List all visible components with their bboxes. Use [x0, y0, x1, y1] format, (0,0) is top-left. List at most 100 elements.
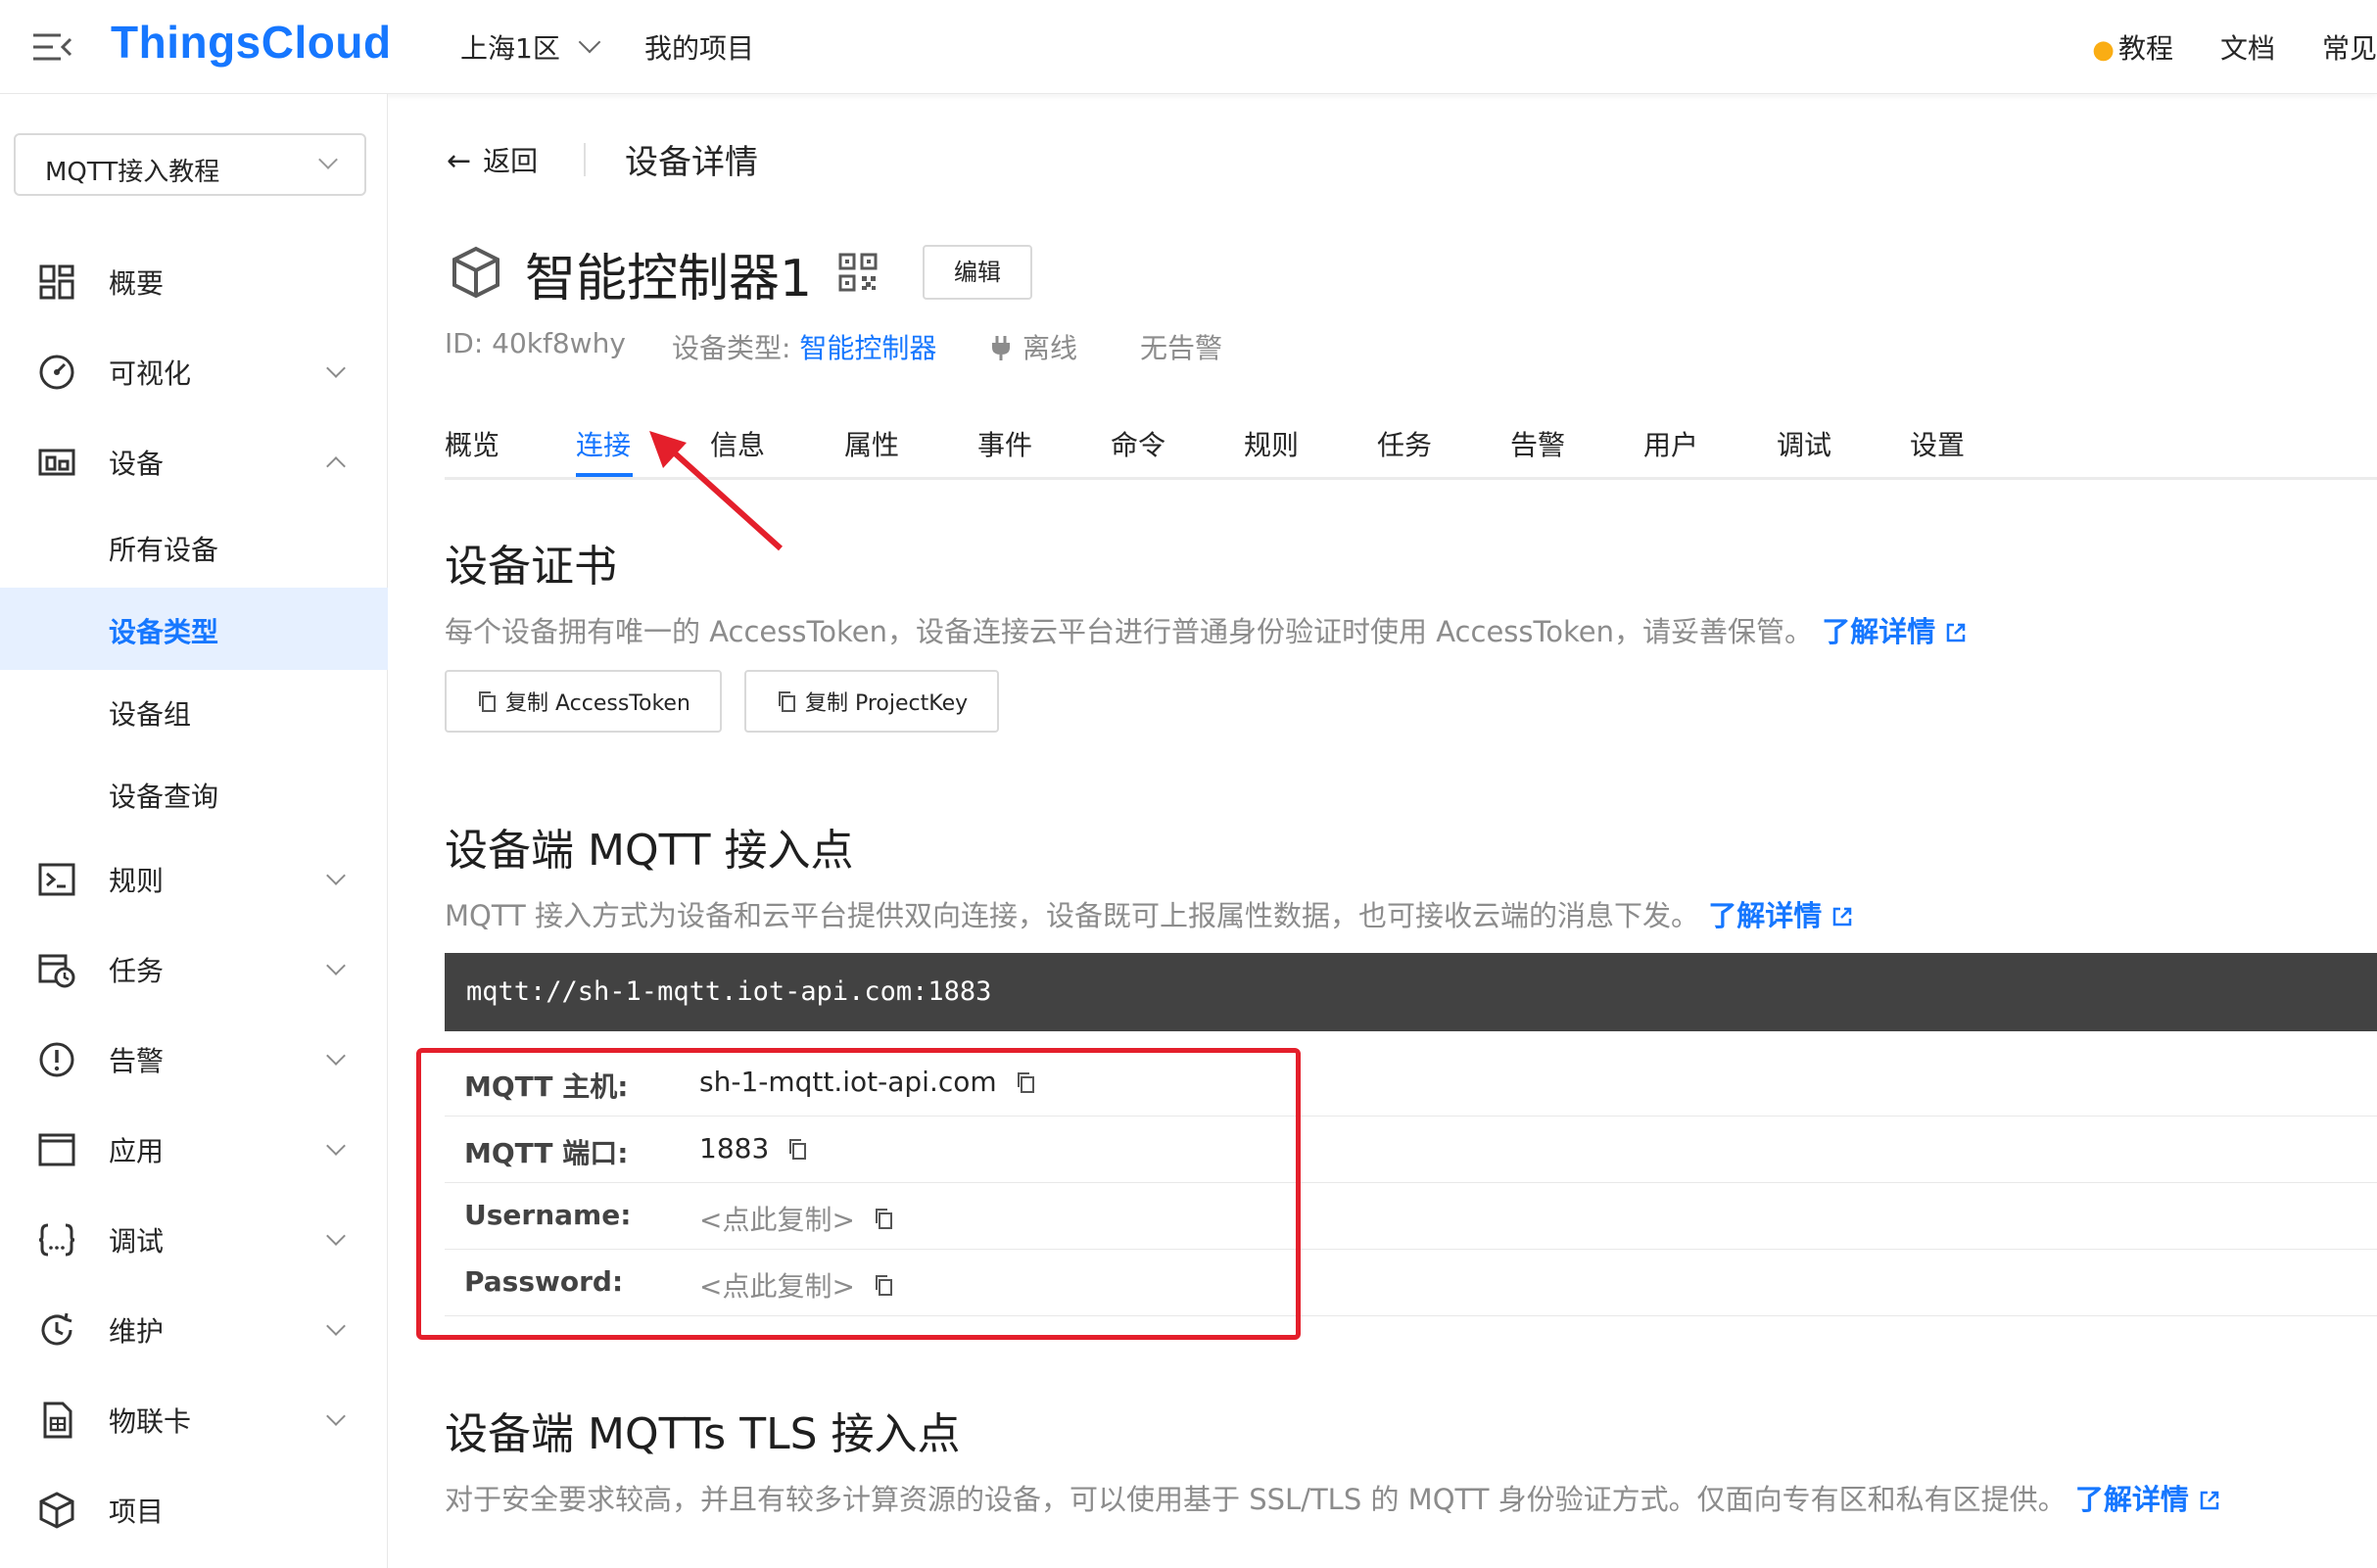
mqtt-section-desc: MQTT 接入方式为设备和云平台提供双向连接，设备既可上报属性数据，也可接收云端…: [445, 893, 1853, 934]
qrcode-icon[interactable]: [838, 253, 878, 292]
tab-alarms[interactable]: 告警: [1510, 424, 1565, 463]
copy-projectkey-button[interactable]: 复制 ProjectKey: [744, 670, 1000, 733]
copy-icon[interactable]: [786, 1137, 808, 1161]
info-value: <点此复制>: [699, 1199, 894, 1238]
copy-icon[interactable]: [873, 1207, 894, 1230]
schedule-icon: [38, 954, 75, 988]
dashboard-icon: [39, 264, 74, 300]
mqtt-section-title: 设备端 MQTT 接入点: [445, 826, 854, 876]
top-right-links: ● 教程 文档 常见: [2092, 27, 2377, 67]
copy-icon[interactable]: [1015, 1070, 1036, 1094]
username-copy-link[interactable]: <点此复制>: [699, 1199, 855, 1238]
status-label: 离线: [1022, 332, 1078, 364]
tab-connection[interactable]: 连接: [576, 424, 631, 463]
info-key: MQTT 主机:: [464, 1070, 629, 1103]
top-bar: ThingsCloud 上海1区 我的项目 ● 教程 文档 常见: [0, 0, 2377, 94]
tab-users[interactable]: 用户: [1643, 424, 1698, 463]
sidebar-subitem-label: 所有设备: [109, 534, 219, 566]
sidebar-item-project[interactable]: 项目: [0, 1469, 388, 1551]
copy-accesstoken-label: 复制 AccessToken: [505, 691, 690, 716]
tab-active-indicator: [576, 473, 633, 477]
copy-accesstoken-button[interactable]: 复制 AccessToken: [445, 670, 722, 733]
copy-icon: [779, 691, 795, 712]
tab-tasks[interactable]: 任务: [1377, 424, 1432, 463]
mqtt-username-row: Username: <点此复制>: [445, 1183, 2377, 1250]
password-copy-link[interactable]: <点此复制>: [699, 1265, 855, 1305]
tab-info[interactable]: 信息: [710, 424, 765, 463]
project-selector-label: MQTT接入教程: [45, 158, 220, 187]
info-value: <点此复制>: [699, 1265, 894, 1305]
gauge-icon: [39, 355, 74, 390]
device-name: 智能控制器1: [525, 250, 813, 309]
tab-events[interactable]: 事件: [977, 424, 1032, 463]
sidebar-subitem-device-groups[interactable]: 设备组: [0, 670, 388, 752]
sidebar-item-label: 设备: [109, 448, 165, 480]
tab-overview[interactable]: 概览: [445, 424, 499, 463]
sidebar-subitem-all-devices[interactable]: 所有设备: [0, 505, 388, 588]
mqtts-section-title: 设备端 MQTTs TLS 接入点: [445, 1409, 961, 1459]
sidebar-item-visualization[interactable]: 可视化: [0, 331, 388, 413]
sidebar-item-label: 应用: [109, 1135, 165, 1167]
sidebar-item-tasks[interactable]: 任务: [0, 928, 388, 1011]
device-type: 设备类型: 智能控制器: [672, 327, 936, 366]
sidebar-subitem-device-query[interactable]: 设备查询: [0, 752, 388, 834]
chevron-down-icon: [326, 1226, 346, 1246]
menu-collapse-icon[interactable]: [31, 31, 72, 63]
cert-section-title: 设备证书: [445, 542, 617, 592]
sidebar-item-debug[interactable]: 调试: [0, 1199, 388, 1281]
chevron-down-icon: [318, 150, 338, 169]
tab-rules[interactable]: 规则: [1244, 424, 1299, 463]
sidebar-item-alarms[interactable]: 告警: [0, 1019, 388, 1101]
project-selector[interactable]: MQTT接入教程: [14, 133, 366, 196]
chevron-down-icon: [326, 1406, 346, 1426]
external-link-icon: [1947, 623, 1966, 642]
info-key: Username:: [464, 1199, 632, 1231]
chevron-down-icon: [326, 1316, 346, 1336]
back-link[interactable]: ← 返回: [447, 140, 538, 179]
learn-more-label: 了解详情: [1822, 615, 1936, 648]
tab-commands[interactable]: 命令: [1111, 424, 1165, 463]
plug-icon: [992, 336, 1010, 360]
edit-button[interactable]: 编辑: [923, 245, 1032, 300]
chevron-up-icon: [326, 456, 346, 476]
sidebar-item-devices[interactable]: 设备: [0, 421, 388, 503]
sidebar-item-label: 可视化: [109, 357, 192, 390]
sidebar-subitem-device-types[interactable]: 设备类型: [0, 588, 388, 670]
bulb-icon: ●: [2092, 35, 2115, 65]
tab-debug[interactable]: 调试: [1777, 424, 1831, 463]
alert-icon: [39, 1042, 74, 1077]
mqtt-learn-more-link[interactable]: 了解详情: [1708, 899, 1853, 932]
info-value: 1883: [699, 1132, 808, 1164]
tutorial-link[interactable]: ● 教程: [2092, 27, 2173, 67]
copy-projectkey-label: 复制 ProjectKey: [805, 691, 969, 716]
back-label: 返回: [483, 145, 539, 177]
learn-more-label: 了解详情: [2074, 1483, 2189, 1516]
chevron-down-icon: [326, 956, 346, 975]
code-braces-icon: [38, 1223, 75, 1257]
sidebar-item-overview[interactable]: 概要: [0, 241, 388, 323]
logo[interactable]: ThingsCloud: [111, 16, 392, 69]
device-type-label: 设备类型:: [672, 332, 791, 364]
divider: [584, 143, 586, 176]
mqtts-learn-more-link[interactable]: 了解详情: [2075, 1483, 2220, 1516]
sidebar-item-apps[interactable]: 应用: [0, 1109, 388, 1191]
sidebar-item-iot-card[interactable]: 物联卡: [0, 1379, 388, 1461]
my-projects-link[interactable]: 我的项目: [644, 27, 754, 67]
tab-settings[interactable]: 设置: [1910, 424, 1965, 463]
sidebar-item-rules[interactable]: 规则: [0, 838, 388, 921]
cert-learn-more-link[interactable]: 了解详情: [1822, 615, 1967, 648]
sidebar-item-label: 告警: [109, 1045, 165, 1077]
sim-card-icon: [43, 1402, 72, 1439]
box-icon: [39, 1492, 74, 1529]
mqtt-host-value: sh-1-mqtt.iot-api.com: [699, 1066, 997, 1098]
docs-link[interactable]: 文档: [2220, 27, 2275, 67]
sidebar-item-maintenance[interactable]: 维护: [0, 1289, 388, 1371]
region-selector[interactable]: 上海1区: [460, 27, 601, 67]
mqtt-port-row: MQTT 端口: 1883: [445, 1117, 2377, 1183]
faq-link[interactable]: 常见: [2322, 27, 2377, 67]
chevron-down-icon: [326, 866, 346, 885]
tab-attributes[interactable]: 属性: [844, 424, 899, 463]
devices-icon: [38, 449, 75, 476]
device-type-link[interactable]: 智能控制器: [799, 332, 936, 364]
copy-icon[interactable]: [873, 1273, 894, 1297]
